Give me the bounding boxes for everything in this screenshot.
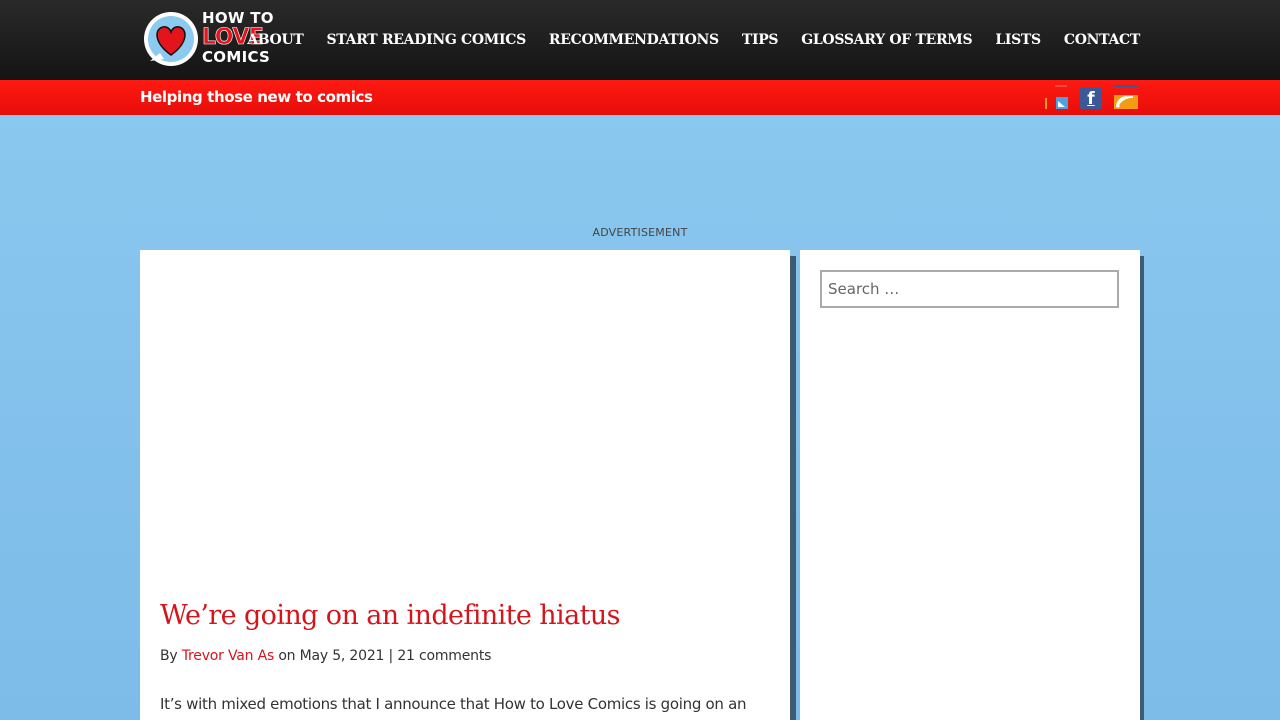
sidebar <box>800 250 1140 720</box>
meta-separator: | <box>388 648 394 664</box>
heart-speech-bubble-icon <box>144 12 198 66</box>
nav-tips[interactable]: TIPS <box>742 32 779 48</box>
post-meta: By Trevor Van As on May 5, 2021 | 21 com… <box>160 648 491 664</box>
post-comments-link[interactable]: 21 comments <box>397 648 491 664</box>
main-content: We’re going on an indefinite hiatus By T… <box>140 250 790 720</box>
nav-start-reading-comics[interactable]: START READING COMICS <box>326 32 526 48</box>
advertisement-label: ADVERTISEMENT <box>592 226 688 239</box>
rss-icon[interactable] <box>1114 85 1138 109</box>
post-title[interactable]: We’re going on an indefinite hiatus <box>160 600 620 631</box>
nav-about[interactable]: ABOUT <box>247 32 304 48</box>
site-tagline: Helping those new to comics <box>140 88 373 106</box>
facebook-glyph: f <box>1087 89 1095 109</box>
twitter-icon[interactable] <box>1045 85 1069 109</box>
rss-icon-graphic <box>1114 85 1138 109</box>
post-date: May 5, 2021 <box>299 648 385 664</box>
nav-glossary-of-terms[interactable]: GLOSSARY OF TERMS <box>801 32 972 48</box>
nav-lists[interactable]: LISTS <box>995 32 1041 48</box>
nav-recommendations[interactable]: RECOMMENDATIONS <box>549 32 719 48</box>
main-nav: ABOUT START READING COMICS RECOMMENDATIO… <box>224 0 1140 80</box>
post-excerpt: It’s with mixed emotions that I announce… <box>160 695 747 713</box>
nav-contact[interactable]: CONTACT <box>1064 32 1140 48</box>
twitter-icon-graphic <box>1045 85 1068 109</box>
search-input[interactable] <box>820 270 1119 308</box>
post-author-link[interactable]: Trevor Van As <box>182 648 274 664</box>
facebook-icon[interactable]: f <box>1080 87 1102 109</box>
meta-on: on <box>278 648 296 664</box>
meta-by: By <box>160 648 178 664</box>
